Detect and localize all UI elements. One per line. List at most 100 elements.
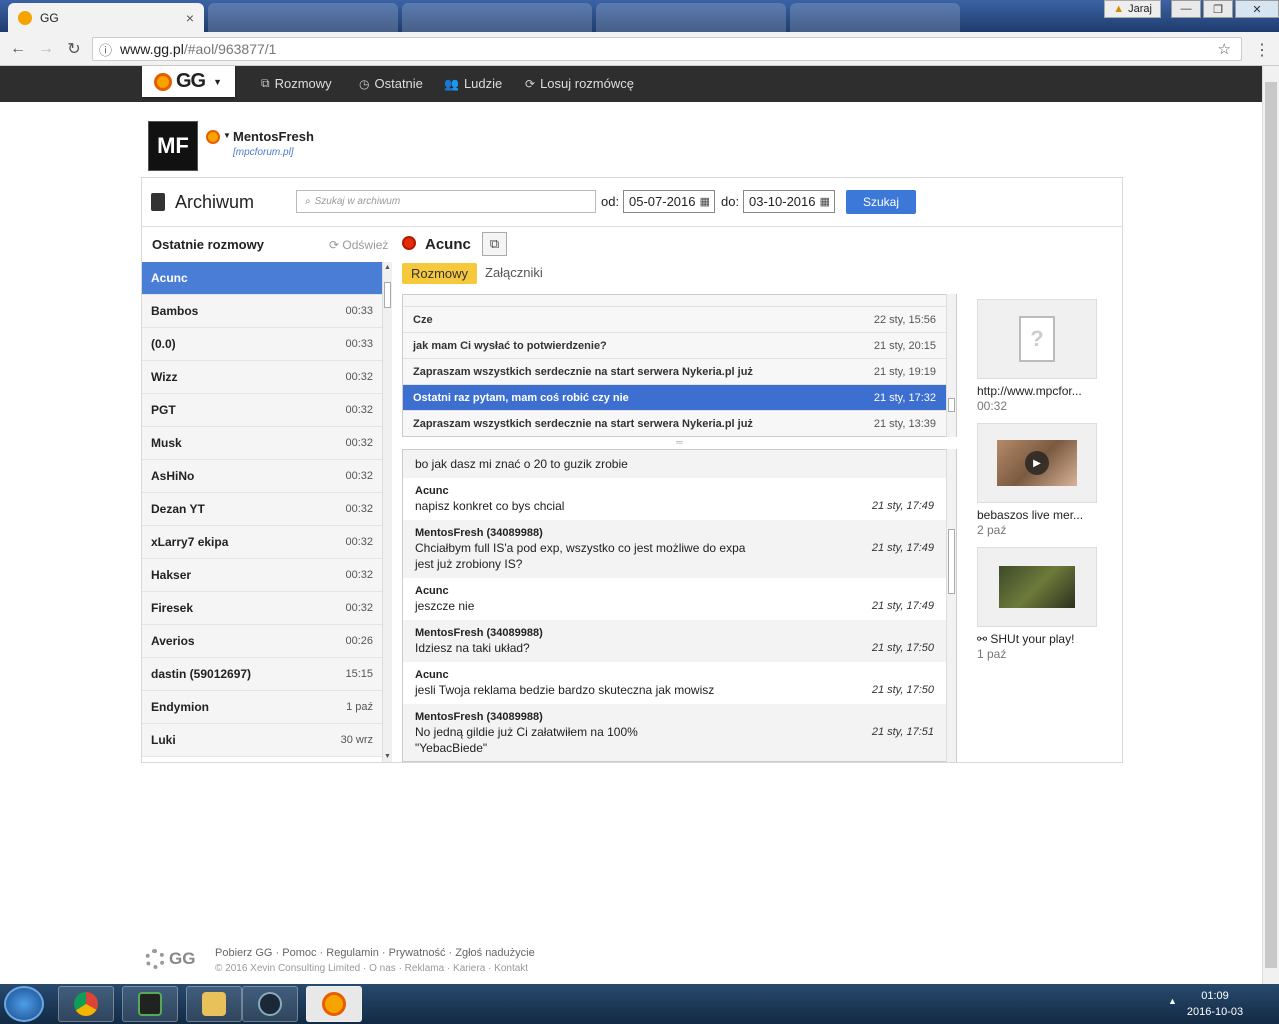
conversation-item[interactable]: Acunc — [142, 262, 382, 295]
video-thumbnail: ▶ — [997, 440, 1077, 486]
refresh-button[interactable]: ⟳ Odśwież — [329, 238, 388, 252]
conversation-item[interactable]: AsHiNo 00:32 — [142, 460, 382, 493]
conversation-item[interactable]: Endymion 1 paź — [142, 691, 382, 724]
attachment-tile[interactable] — [977, 547, 1097, 627]
page-scrollbar[interactable] — [1262, 66, 1279, 984]
attachment-tile[interactable]: ▶ — [977, 423, 1097, 503]
conversation-name: (0.0) — [151, 337, 176, 351]
to-date-field[interactable]: 03-10-2016 ▦ — [743, 190, 835, 213]
calendar-icon[interactable]: ▦ — [820, 195, 830, 208]
taskbar-explorer[interactable] — [186, 986, 242, 1022]
taskbar-terminal[interactable] — [122, 986, 178, 1022]
browser-tab[interactable] — [790, 3, 960, 32]
from-date-field[interactable]: 05-07-2016 ▦ — [623, 190, 715, 213]
conversation-item[interactable]: (0.0) 00:33 — [142, 328, 382, 361]
thread-date: 22 sty, 15:56 — [873, 313, 936, 326]
windows-start-icon[interactable] — [4, 986, 44, 1022]
attachment-name[interactable]: http://www.mpcfor... — [977, 384, 1102, 398]
list-scrollbar[interactable]: ▲ ▼ — [382, 262, 392, 762]
conversation-item[interactable]: Bambos 00:33 — [142, 295, 382, 328]
taskbar-clock[interactable]: 01:09 2016-10-03 — [1180, 988, 1250, 1020]
avatar[interactable]: MF — [148, 121, 198, 171]
footer-copyright[interactable]: © 2016 Xevin Consulting Limited · O nas … — [215, 963, 528, 974]
tray-expand-icon[interactable]: ▲ — [1168, 996, 1177, 1006]
bookmark-star-icon[interactable]: ☆ — [1218, 40, 1231, 58]
scroll-thumb[interactable] — [1265, 82, 1277, 968]
status-sun-icon[interactable] — [206, 130, 220, 144]
conversation-item[interactable]: Luki 30 wrz — [142, 724, 382, 757]
tab-close-icon[interactable]: × — [186, 10, 194, 26]
tab-rozmowy[interactable]: Rozmowy — [402, 263, 477, 284]
scroll-thumb[interactable] — [384, 282, 391, 308]
conversation-item[interactable]: Averios 00:26 — [142, 625, 382, 658]
profile-description[interactable]: [mpcforum.pl] — [233, 147, 294, 158]
attachment-name[interactable]: ⚯ SHUt your play! — [977, 632, 1102, 646]
browser-tab[interactable] — [596, 3, 786, 32]
resize-handle[interactable]: ═ — [402, 437, 957, 449]
message-text: "YebacBiede" — [415, 741, 488, 755]
conversation-item[interactable]: Dezan YT 00:32 — [142, 493, 382, 526]
taskbar-steam[interactable] — [242, 986, 298, 1022]
conversation-time: 1 paź — [346, 701, 373, 713]
thread-scrollbar[interactable] — [946, 294, 956, 437]
forward-icon[interactable]: → — [32, 40, 60, 58]
clock-icon: ◷ — [359, 76, 370, 91]
address-bar[interactable]: ⓘ www.gg.pl/#aol/963877/1 ☆ — [92, 37, 1242, 61]
minimize-icon[interactable]: — — [1171, 0, 1201, 18]
scroll-down-icon[interactable]: ▼ — [384, 753, 391, 760]
conversation-name: Luki — [151, 733, 176, 747]
conversation-item[interactable]: Firesek 00:32 — [142, 592, 382, 625]
message-author: MentosFresh (34089988) — [415, 627, 543, 639]
thread-row[interactable]: jak mam Ci wysłać to potwierdzenie? 21 st… — [403, 333, 956, 359]
nav-rozmowy[interactable]: ⧉ Rozmowy — [261, 76, 332, 91]
message-text: napisz konkret co bys chcial — [415, 499, 565, 513]
conversation-time: 00:32 — [345, 536, 373, 548]
browser-menu-icon[interactable]: ⋮ — [1254, 40, 1270, 60]
conversation-item[interactable]: Musk 00:32 — [142, 427, 382, 460]
thread-row[interactable]: Ostatni raz pytam, mam coś robić czy nie… — [403, 385, 956, 411]
conversation-item[interactable]: Wizz 00:32 — [142, 361, 382, 394]
scroll-thumb[interactable] — [948, 529, 955, 594]
scroll-thumb[interactable] — [948, 398, 955, 412]
thread-row[interactable]: Cze 22 sty, 15:56 — [403, 307, 956, 333]
window-close-icon[interactable]: ✕ — [1235, 0, 1279, 18]
footer-logo[interactable]: GG — [145, 949, 195, 969]
search-button[interactable]: Szukaj — [846, 190, 916, 214]
restore-icon[interactable]: ❐ — [1203, 0, 1233, 18]
messages-scrollbar[interactable] — [946, 449, 956, 762]
conversation-item[interactable]: Hakser 00:32 — [142, 559, 382, 592]
archive-search-input[interactable]: ⌕ Szukaj w archiwum — [296, 190, 596, 213]
tab-zalaczniki[interactable]: Załączniki — [485, 265, 543, 280]
info-icon[interactable]: ⓘ — [99, 40, 112, 59]
taskbar-chrome[interactable] — [58, 986, 114, 1022]
chevron-down-icon[interactable]: ▼ — [223, 131, 231, 140]
browser-tab[interactable] — [402, 3, 592, 32]
conversation-item[interactable]: PGT 00:32 — [142, 394, 382, 427]
gg-logo-button[interactable]: GG ▼ — [142, 66, 235, 97]
footer-links[interactable]: Pobierz GG · Pomoc · Regulamin · Prywatn… — [215, 947, 535, 959]
calendar-icon[interactable]: ▦ — [700, 195, 710, 208]
nav-losuj[interactable]: ⟳ Losuj rozmówcę — [525, 76, 634, 91]
attachment-name[interactable]: bebaszos live mer... — [977, 508, 1102, 522]
thread-partial-row — [403, 295, 956, 307]
attachment-tile[interactable]: ? — [977, 299, 1097, 379]
open-chat-button[interactable]: ⧉ — [482, 232, 507, 256]
thread-row[interactable]: Zapraszam wszystkich serdecznie na start… — [403, 411, 956, 436]
reload-icon[interactable]: ↻ — [60, 39, 88, 59]
nav-ludzie[interactable]: 👥 Ludzie — [444, 76, 502, 91]
browser-tab-active[interactable]: GG × — [8, 3, 204, 32]
browser-tab[interactable] — [208, 3, 398, 32]
nav-ostatnie[interactable]: ◷ Ostatnie — [359, 76, 423, 91]
thread-row[interactable]: Zapraszam wszystkich serdecznie na start… — [403, 359, 956, 385]
browser-user-chip[interactable]: ▲ Jaraj — [1104, 0, 1161, 18]
scroll-up-icon[interactable]: ▲ — [384, 264, 391, 271]
play-icon[interactable]: ▶ — [1025, 451, 1049, 475]
conversation-item[interactable]: xLarry7 ekipa 00:32 — [142, 526, 382, 559]
attachment-time: 2 paź — [977, 523, 1007, 537]
conversation-item[interactable]: dastin (59012697) 15:15 — [142, 658, 382, 691]
conversation-name: Musk — [151, 436, 182, 450]
taskbar-gg[interactable] — [306, 986, 362, 1022]
message: Acunc jesli Twoja reklama bedzie bardzo s… — [403, 662, 956, 704]
back-icon[interactable]: ← — [4, 40, 32, 58]
conversation-name: Hakser — [151, 568, 192, 582]
